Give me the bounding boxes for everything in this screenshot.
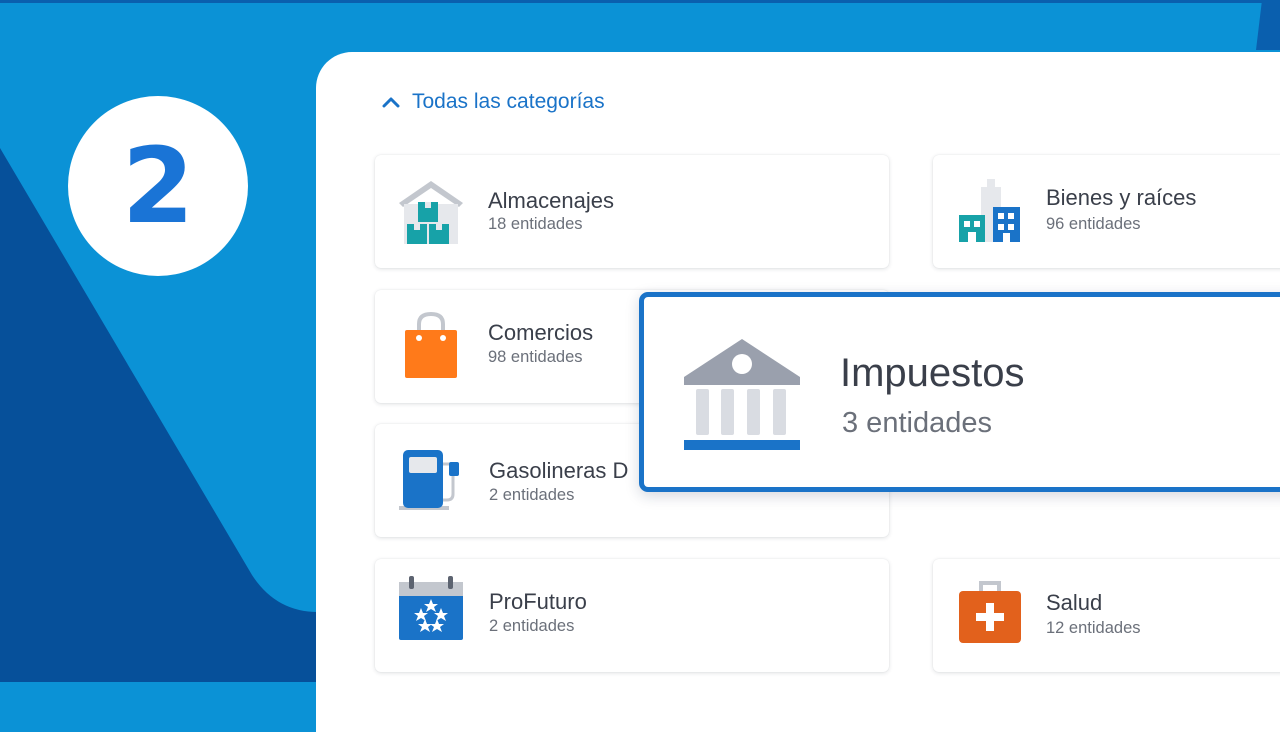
- category-title: Impuestos: [840, 351, 1025, 395]
- category-count: 98 entidades: [488, 348, 583, 366]
- calendar-stars-icon: [399, 576, 463, 640]
- step-number-badge: 2: [68, 96, 248, 276]
- all-categories-label: Todas las categorías: [412, 90, 605, 113]
- category-card-impuestos-highlighted[interactable]: Impuestos 3 entidades: [639, 292, 1280, 492]
- category-count: 12 entidades: [1046, 619, 1141, 637]
- shopping-bag-icon: [405, 311, 457, 378]
- category-title: Comercios: [488, 320, 594, 345]
- category-card-profuturo[interactable]: ProFuturo 2 entidades: [375, 559, 889, 672]
- step-number: 2: [121, 125, 195, 247]
- category-card-bienes-y-raices[interactable]: Bienes y raíces 96 entidades: [933, 155, 1280, 268]
- warehouse-icon: [399, 181, 463, 244]
- category-count: 18 entidades: [488, 215, 583, 233]
- category-title: Bienes y raíces: [1046, 185, 1197, 210]
- chevron-up-icon: [382, 97, 400, 108]
- category-title: Salud: [1046, 590, 1103, 615]
- buildings-icon: [959, 179, 1020, 242]
- category-title: Gasolineras D: [489, 458, 629, 483]
- medical-kit-icon: [959, 581, 1021, 643]
- gas-pump-icon: [399, 450, 459, 510]
- all-categories-toggle[interactable]: Todas las categorías: [382, 88, 605, 116]
- category-title: Almacenajes: [488, 188, 614, 213]
- category-count: 2 entidades: [489, 617, 575, 635]
- category-count: 2 entidades: [489, 486, 575, 504]
- category-count: 3 entidades: [842, 407, 992, 439]
- category-title: ProFuturo: [489, 589, 587, 614]
- category-card-almacenajes[interactable]: Almacenajes 18 entidades: [375, 155, 889, 268]
- bank-icon: [684, 339, 800, 450]
- category-count: 96 entidades: [1046, 215, 1141, 233]
- category-card-salud[interactable]: Salud 12 entidades: [933, 559, 1280, 672]
